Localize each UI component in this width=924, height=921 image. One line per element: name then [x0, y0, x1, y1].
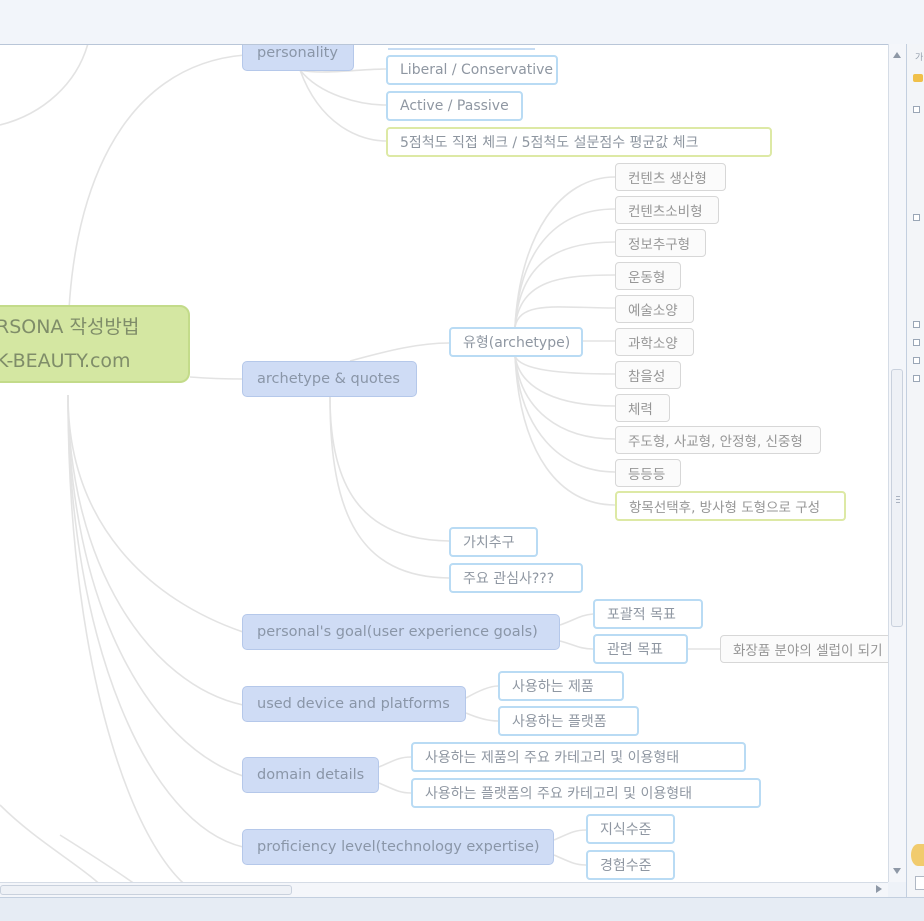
node-overall-goal[interactable]: 포괄적 목표	[593, 599, 703, 629]
node-label: 경험수준	[600, 858, 652, 874]
leaf-athletic[interactable]: 운동형	[615, 262, 681, 290]
root-title: RSONA 작성방법	[0, 316, 140, 338]
node-experience-level[interactable]: 경험수준	[586, 850, 675, 880]
leaf-patience[interactable]: 참을성	[615, 361, 681, 389]
leaf-label: 예술소양	[628, 303, 678, 319]
node-used-platform[interactable]: 사용하는 플랫폼	[498, 706, 639, 736]
mindmap-canvas[interactable]: RSONA 작성방법 K-BEAUTY.com personality arch…	[0, 44, 888, 883]
leaf-etc[interactable]: 등등등	[615, 459, 681, 487]
branch-label: personal's goal(user experience goals)	[257, 624, 538, 640]
node-archetype-type[interactable]: 유형(archetype)	[449, 327, 583, 357]
root-node[interactable]: RSONA 작성방법 K-BEAUTY.com	[0, 305, 190, 383]
leaf-label: 컨텐츠소비형	[628, 204, 703, 220]
node-label: 가치추구	[463, 535, 515, 551]
horizontal-scrollbar[interactable]	[0, 882, 888, 897]
horizontal-scroll-thumb[interactable]	[0, 885, 292, 895]
branch-label: archetype & quotes	[257, 371, 400, 387]
leaf-disc-types[interactable]: 주도형, 사교형, 안정형, 신중형	[615, 426, 821, 454]
node-main-interest[interactable]: 주요 관심사???	[449, 563, 583, 593]
branch-label: used device and platforms	[257, 696, 450, 712]
tag-icon[interactable]	[911, 844, 924, 866]
leaf-label: 정보추구형	[628, 237, 691, 253]
branch-archetype[interactable]: archetype & quotes	[242, 361, 417, 397]
scroll-up-icon[interactable]	[893, 52, 901, 58]
collapse-icon[interactable]	[913, 106, 920, 113]
side-panel: 가	[906, 44, 924, 897]
side-panel-title: 가	[915, 53, 924, 63]
node-label: Liberal / Conservative	[400, 62, 554, 78]
branch-label: proficiency level(technology expertise)	[257, 839, 540, 855]
node-related-goal[interactable]: 관련 목표	[593, 634, 688, 664]
node-label: 사용하는 플랫폼	[512, 714, 607, 730]
leaf-label: 주도형, 사교형, 안정형, 신중형	[628, 434, 803, 450]
node-label: 주요 관심사???	[463, 571, 555, 587]
page-icon[interactable]	[915, 876, 924, 890]
node-knowledge-level[interactable]: 지식수준	[586, 814, 675, 844]
scroll-right-icon[interactable]	[876, 885, 882, 893]
leaf-art-literacy[interactable]: 예술소양	[615, 295, 694, 323]
leaf-radar-chart[interactable]: 항목선택후, 방사형 도형으로 구성	[615, 491, 846, 521]
branch-label: domain details	[257, 767, 365, 783]
node-label: 5점척도 직접 체크 / 5점척도 설문점수 평균값 체크	[400, 135, 699, 151]
folder-icon	[913, 74, 923, 82]
status-bar	[0, 897, 924, 921]
vertical-scroll-thumb[interactable]	[891, 369, 903, 627]
expand-icon[interactable]	[913, 357, 920, 364]
node-label: 지식수준	[600, 822, 652, 838]
leaf-content-producer[interactable]: 컨텐츠 생산형	[615, 163, 726, 191]
leaf-info-seeker[interactable]: 정보추구형	[615, 229, 706, 257]
root-subtitle: K-BEAUTY.com	[0, 350, 131, 372]
leaf-label: 화장품 분야의 셀럽이 되기	[733, 643, 883, 659]
leaf-label: 등등등	[628, 467, 666, 483]
node-label: 사용하는 제품	[512, 679, 594, 695]
node-product-category[interactable]: 사용하는 제품의 주요 카테고리 및 이용형태	[411, 742, 746, 772]
branch-domain[interactable]: domain details	[242, 757, 379, 793]
node-label: Active / Passive	[400, 98, 509, 114]
vertical-scrollbar[interactable]	[888, 44, 906, 882]
node-label: 사용하는 플랫폼의 주요 카테고리 및 이용형태	[425, 786, 692, 802]
expand-icon[interactable]	[913, 375, 920, 382]
branch-proficiency[interactable]: proficiency level(technology expertise)	[242, 829, 554, 865]
node-label: 유형(archetype)	[463, 335, 571, 351]
leaf-label: 컨텐츠 생산형	[628, 171, 707, 187]
branch-label: personality	[257, 45, 338, 61]
collapse-icon[interactable]	[913, 214, 920, 221]
leaf-science-literacy[interactable]: 과학소양	[615, 328, 694, 356]
node-value-pursuit[interactable]: 가치추구	[449, 527, 538, 557]
node-platform-category[interactable]: 사용하는 플랫폼의 주요 카테고리 및 이용형태	[411, 778, 761, 808]
branch-device[interactable]: used device and platforms	[242, 686, 466, 722]
branch-goal[interactable]: personal's goal(user experience goals)	[242, 614, 560, 650]
node-used-product[interactable]: 사용하는 제품	[498, 671, 624, 701]
branch-personality[interactable]: personality	[242, 45, 354, 71]
leaf-label: 운동형	[628, 270, 666, 286]
leaf-content-consumer[interactable]: 컨텐츠소비형	[615, 196, 719, 224]
node-liberal-conservative[interactable]: Liberal / Conservative	[386, 55, 558, 85]
top-toolbar	[0, 0, 924, 45]
expand-icon[interactable]	[913, 339, 920, 346]
node-five-point-scale[interactable]: 5점척도 직접 체크 / 5점척도 설문점수 평균값 체크	[386, 127, 772, 157]
leaf-label: 참을성	[628, 369, 666, 385]
leaf-label: 체력	[628, 402, 653, 418]
leaf-label: 과학소양	[628, 336, 678, 352]
node-active-passive[interactable]: Active / Passive	[386, 91, 523, 121]
scroll-down-icon[interactable]	[893, 868, 901, 874]
leaf-become-celebrity[interactable]: 화장품 분야의 셀럽이 되기	[720, 635, 888, 663]
leaf-label: 항목선택후, 방사형 도형으로 구성	[629, 500, 821, 516]
node-label: 포괄적 목표	[607, 607, 676, 623]
node-label: 사용하는 제품의 주요 카테고리 및 이용형태	[425, 750, 680, 766]
node-label: 관련 목표	[607, 642, 663, 658]
leaf-stamina[interactable]: 체력	[615, 394, 670, 422]
expand-icon[interactable]	[913, 321, 920, 328]
